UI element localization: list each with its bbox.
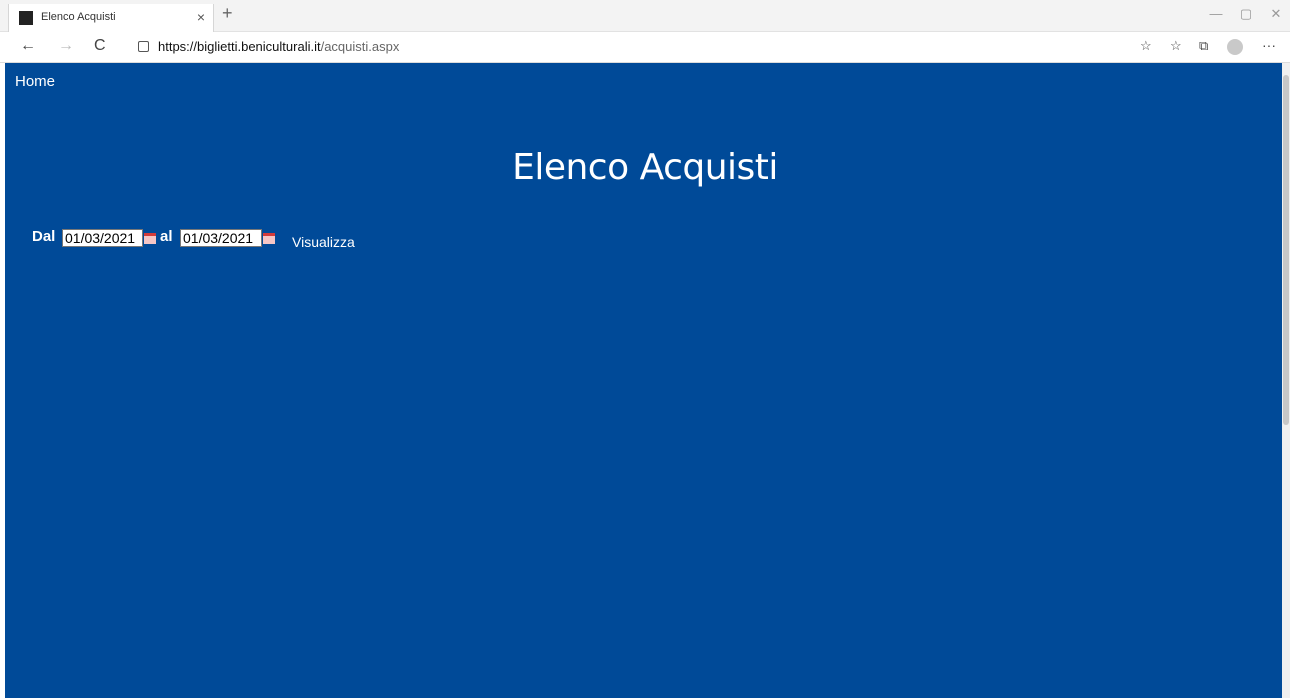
refresh-icon[interactable]: C xyxy=(94,37,106,55)
home-link[interactable]: Home xyxy=(15,73,55,90)
url-field[interactable]: https://biglietti.beniculturali.it/acqui… xyxy=(130,36,1110,58)
browser-tab-bar: Elenco Acquisti × + — ▢ ✕ xyxy=(0,0,1290,32)
from-date-input[interactable] xyxy=(62,229,143,247)
to-calendar-icon[interactable] xyxy=(263,233,275,244)
maximize-icon[interactable]: ▢ xyxy=(1234,6,1258,22)
visualizza-button[interactable]: Visualizza xyxy=(292,234,355,250)
more-menu-icon[interactable]: ··· xyxy=(1262,37,1276,53)
scrollbar-thumb[interactable] xyxy=(1283,75,1289,425)
add-favorite-icon[interactable]: ☆ xyxy=(1140,38,1152,54)
url-path: /acquisti.aspx xyxy=(320,39,400,54)
favorites-icon[interactable]: ☆ xyxy=(1170,38,1182,54)
from-calendar-icon[interactable] xyxy=(144,233,156,244)
window-close-icon[interactable]: ✕ xyxy=(1264,6,1288,22)
new-tab-button[interactable]: + xyxy=(222,3,233,24)
page-content: Home Elenco Acquisti Dal al Visualizza xyxy=(5,63,1282,698)
url-host: https://biglietti.beniculturali.it xyxy=(158,39,321,54)
lock-icon[interactable] xyxy=(138,41,149,52)
scrollbar[interactable] xyxy=(1282,63,1290,698)
to-label: al xyxy=(160,228,173,245)
site-favicon-icon xyxy=(19,11,33,25)
profile-avatar-icon[interactable] xyxy=(1227,39,1243,55)
browser-tab[interactable]: Elenco Acquisti × xyxy=(8,4,214,32)
from-label: Dal xyxy=(32,228,56,245)
to-date-input[interactable] xyxy=(180,229,262,247)
minimize-icon[interactable]: — xyxy=(1204,6,1228,21)
collections-icon[interactable]: ⧉ xyxy=(1199,38,1208,54)
tab-title: Elenco Acquisti xyxy=(41,11,116,23)
back-icon[interactable]: ← xyxy=(20,37,36,55)
tab-close-icon[interactable]: × xyxy=(197,9,205,25)
page-title: Elenco Acquisti xyxy=(512,147,778,188)
browser-address-bar: ← → C https://biglietti.beniculturali.it… xyxy=(0,32,1290,63)
forward-icon[interactable]: → xyxy=(58,37,74,55)
url-text: https://biglietti.beniculturali.it/acqui… xyxy=(158,39,399,54)
